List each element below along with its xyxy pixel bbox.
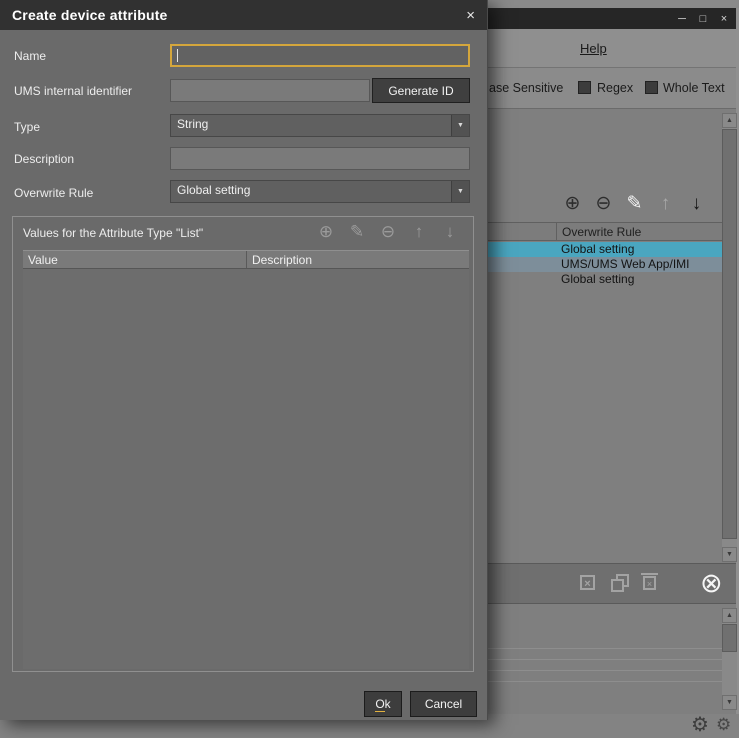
chevron-down-icon[interactable]: ▼ bbox=[451, 181, 469, 202]
copy-icon[interactable] bbox=[611, 574, 628, 591]
values-toolbar: ⊕ ✎ ⊖ ↑ ↓ bbox=[317, 222, 459, 242]
cancel-button[interactable]: Cancel bbox=[410, 691, 477, 717]
values-table-body[interactable] bbox=[23, 269, 469, 669]
create-device-attribute-dialog: Create device attribute × Name UMS inter… bbox=[0, 0, 488, 720]
whole-text-label: Whole Text bbox=[663, 81, 725, 95]
dialog-titlebar: Create device attribute × bbox=[0, 0, 487, 30]
add-icon[interactable]: ⊕ bbox=[317, 222, 335, 242]
delete-icon[interactable]: × bbox=[643, 576, 656, 590]
move-down-icon[interactable]: ↓ bbox=[687, 193, 706, 215]
scrollbar-thumb[interactable] bbox=[722, 624, 737, 652]
maximize-icon[interactable]: □ bbox=[697, 13, 709, 25]
overwrite-rule-select[interactable]: Global setting ▼ bbox=[170, 180, 470, 203]
overwrite-rule-value: Global setting bbox=[177, 183, 250, 197]
remove-icon[interactable]: ⊖ bbox=[594, 193, 613, 215]
description-input[interactable] bbox=[170, 147, 470, 170]
list-row-text: Global setting bbox=[561, 242, 634, 256]
screen: ─ □ × Help ase Sensitive Regex Whole Tex… bbox=[0, 0, 739, 738]
text-caret bbox=[177, 49, 178, 62]
dialog-close-icon[interactable]: × bbox=[466, 8, 475, 23]
x-square-icon[interactable]: × bbox=[580, 575, 595, 590]
move-up-icon[interactable]: ↑ bbox=[410, 222, 428, 242]
window-close-icon[interactable]: × bbox=[718, 13, 730, 25]
list-row-text: UMS/UMS Web App/IMI bbox=[561, 257, 689, 271]
values-group: Values for the Attribute Type "List" ⊕ ✎… bbox=[12, 216, 474, 672]
clear-circle-x-icon[interactable]: ⊗ bbox=[700, 566, 723, 600]
vertical-scrollbar[interactable]: ▲ ▼ bbox=[722, 113, 737, 562]
generate-id-button[interactable]: Generate ID bbox=[372, 78, 470, 103]
cancel-label: Cancel bbox=[425, 697, 462, 711]
scrollbar-thumb[interactable] bbox=[722, 129, 737, 539]
overwrite-rule-label: Overwrite Rule bbox=[14, 186, 93, 200]
edit-icon[interactable]: ✎ bbox=[348, 222, 366, 242]
description-label: Description bbox=[14, 152, 74, 166]
scroll-down-icon[interactable]: ▼ bbox=[722, 547, 737, 562]
vertical-scrollbar[interactable]: ▲ ▼ bbox=[722, 608, 737, 710]
name-label: Name bbox=[14, 49, 46, 63]
type-select[interactable]: String ▼ bbox=[170, 114, 470, 137]
settings-gear-icon[interactable]: ⚙ bbox=[691, 712, 709, 737]
help-link[interactable]: Help bbox=[580, 41, 607, 56]
scroll-up-icon[interactable]: ▲ bbox=[722, 608, 737, 623]
generate-id-label: Generate ID bbox=[388, 84, 453, 98]
settings-gear-icon-2[interactable]: ⚙ bbox=[716, 715, 731, 735]
values-group-title: Values for the Attribute Type "List" bbox=[23, 226, 203, 240]
add-icon[interactable]: ⊕ bbox=[563, 193, 582, 215]
remove-icon[interactable]: ⊖ bbox=[379, 222, 397, 242]
list-row-text: Global setting bbox=[561, 272, 634, 286]
type-select-value: String bbox=[177, 117, 208, 131]
ums-identifier-input[interactable] bbox=[170, 79, 370, 102]
ok-mnemonic: O bbox=[375, 697, 384, 712]
column-header-value[interactable]: Value bbox=[23, 251, 247, 268]
name-input[interactable] bbox=[170, 44, 470, 67]
values-table-header: Value Description bbox=[23, 250, 469, 269]
dialog-title: Create device attribute bbox=[12, 7, 466, 23]
move-up-icon[interactable]: ↑ bbox=[656, 193, 675, 215]
column-header-description[interactable]: Description bbox=[247, 251, 469, 268]
values-table: Value Description bbox=[23, 250, 469, 669]
scroll-down-icon[interactable]: ▼ bbox=[722, 695, 737, 710]
ums-identifier-label: UMS internal identifier bbox=[14, 84, 132, 98]
regex-checkbox[interactable] bbox=[578, 81, 591, 94]
edit-icon[interactable]: ✎ bbox=[625, 193, 644, 215]
scroll-up-icon[interactable]: ▲ bbox=[722, 113, 737, 128]
ok-button[interactable]: Ok bbox=[364, 691, 402, 717]
type-label: Type bbox=[14, 120, 40, 134]
minimize-icon[interactable]: ─ bbox=[676, 13, 688, 25]
ok-label-rest: k bbox=[385, 697, 391, 711]
case-sensitive-label: ase Sensitive bbox=[489, 81, 563, 95]
whole-text-checkbox[interactable] bbox=[645, 81, 658, 94]
overwrite-rule-column-header[interactable]: Overwrite Rule bbox=[556, 223, 723, 240]
move-down-icon[interactable]: ↓ bbox=[441, 222, 459, 242]
regex-label: Regex bbox=[597, 81, 633, 95]
list-toolbar: ⊕ ⊖ ✎ ↑ ↓ bbox=[563, 193, 706, 215]
chevron-down-icon[interactable]: ▼ bbox=[451, 115, 469, 136]
